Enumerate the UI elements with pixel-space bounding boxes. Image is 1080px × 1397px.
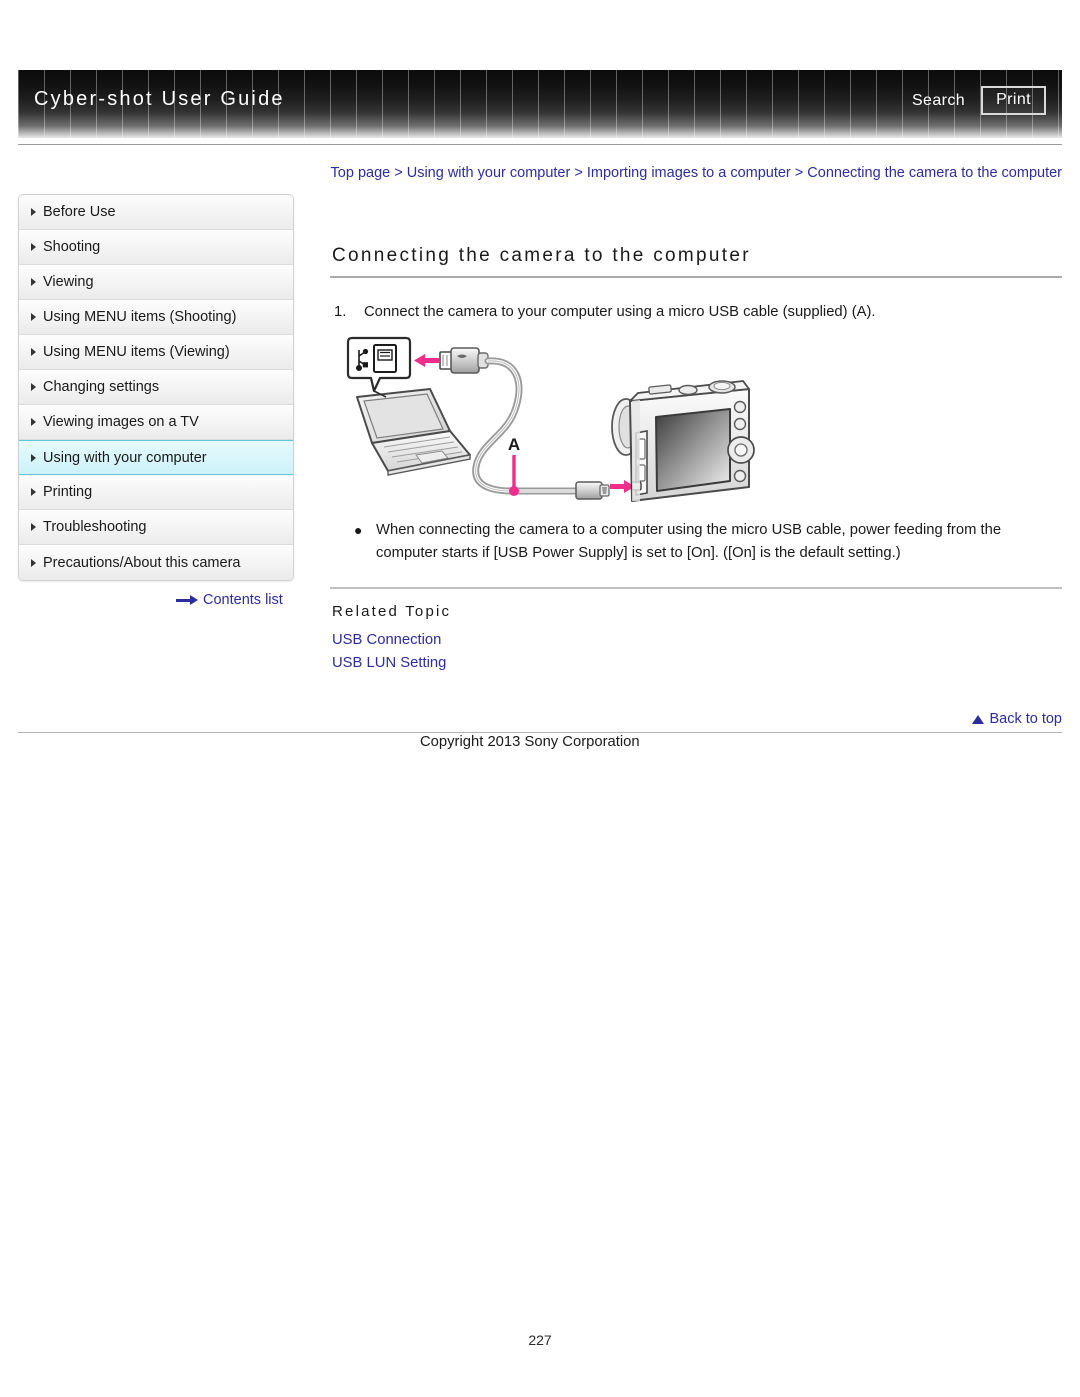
contents-list-link[interactable]: Contents list [176, 592, 283, 608]
sidebar-item-troubleshooting[interactable]: Troubleshooting [19, 510, 293, 545]
breadcrumb-item-current: Connecting the camera to the computer [807, 165, 1062, 181]
related-topic-divider [330, 587, 1062, 589]
related-link-usb-connection[interactable]: USB Connection [332, 629, 1062, 652]
sidebar-item-label: Using MENU items (Shooting) [43, 309, 237, 325]
sidebar-item-label: Viewing [43, 274, 94, 290]
step-text: Connect the camera to your computer usin… [364, 304, 876, 320]
step-number: 1. [334, 304, 347, 320]
chevron-right-icon [31, 418, 36, 426]
chevron-right-icon [31, 558, 36, 567]
usb-port-callout [346, 336, 412, 393]
breadcrumb: Top page > Using with your computer > Im… [330, 162, 1062, 184]
sidebar-item-viewing-images-on-a-tv[interactable]: Viewing images on a TV [19, 405, 293, 440]
site-title: Cyber-shot User Guide [34, 88, 285, 110]
chevron-right-icon [31, 313, 36, 321]
callout-a-label: A [508, 435, 520, 454]
note-text: When connecting the camera to a computer… [376, 522, 1002, 561]
arrow-right-icon [176, 595, 198, 605]
chevron-right-icon [31, 208, 36, 216]
callout-a-leader [509, 455, 519, 496]
sidebar-item-label: Changing settings [43, 379, 160, 395]
contents-list-label: Contents list [203, 592, 283, 608]
sidebar-item-changing-settings[interactable]: Changing settings [19, 370, 293, 405]
micro-usb-plug [575, 481, 610, 500]
sidebar-nav: Before Use Shooting Viewing Using MENU i… [18, 194, 294, 581]
usb-insert-arrow-left [414, 354, 439, 367]
sidebar-item-label: Precautions/About this camera [43, 554, 241, 571]
sidebar-item-before-use[interactable]: Before Use [19, 195, 293, 230]
title-divider [330, 276, 1062, 278]
breadcrumb-item-0[interactable]: Top page [331, 165, 391, 181]
chevron-right-icon [31, 453, 36, 462]
triangle-up-icon [972, 714, 985, 724]
chevron-right-icon [31, 278, 36, 286]
sidebar-item-shooting[interactable]: Shooting [19, 230, 293, 265]
related-link-usb-lun-setting[interactable]: USB LUN Setting [332, 652, 1062, 675]
sidebar-item-using-menu-items-viewing[interactable]: Using MENU items (Viewing) [19, 335, 293, 370]
breadcrumb-item-2[interactable]: Importing images to a computer [587, 165, 791, 181]
breadcrumb-separator: > [390, 165, 407, 181]
page-number: 227 [528, 1332, 552, 1348]
chevron-right-icon [31, 348, 36, 356]
sidebar-item-label: Shooting [43, 239, 101, 255]
chevron-right-icon [31, 488, 36, 496]
note-bullet: ● When connecting the camera to a comput… [354, 519, 1062, 565]
breadcrumb-item-1[interactable]: Using with your computer [407, 165, 571, 181]
header-actions: Search Print [908, 86, 1046, 115]
chevron-right-icon [31, 243, 36, 251]
sidebar-item-precautions-about-this-camera[interactable]: Precautions/About this camera [19, 545, 293, 580]
sidebar-item-viewing[interactable]: Viewing [19, 265, 293, 300]
sidebar-item-label: Troubleshooting [43, 519, 147, 535]
sidebar-item-label: Viewing images on a TV [43, 414, 199, 430]
related-topic-heading: Related Topic [332, 603, 452, 620]
chevron-right-icon [31, 383, 36, 391]
copyright-text: Copyright 2013 Sony Corporation [420, 734, 640, 750]
usb-a-plug [439, 347, 489, 374]
sidebar-item-label: Printing [43, 484, 93, 500]
sidebar-item-using-menu-items-shooting[interactable]: Using MENU items (Shooting) [19, 300, 293, 335]
step-1: 1. Connect the camera to your computer u… [334, 302, 1062, 323]
connection-illustration: A [344, 335, 764, 507]
camera-illustration [611, 380, 755, 502]
sidebar-item-using-with-your-computer[interactable]: Using with your computer [19, 440, 293, 475]
chevron-right-icon [31, 523, 36, 531]
print-button[interactable]: Print [981, 86, 1046, 115]
page-title: Connecting the camera to the computer [332, 245, 751, 266]
search-button[interactable]: Search [908, 90, 969, 112]
sidebar-item-printing[interactable]: Printing [19, 475, 293, 510]
footer-divider [18, 732, 1062, 733]
breadcrumb-separator: > [570, 165, 587, 181]
sidebar-item-label: Using with your computer [43, 449, 207, 466]
laptop-illustration [356, 388, 471, 476]
breadcrumb-separator: > [790, 165, 808, 181]
sidebar-item-label: Using MENU items (Viewing) [43, 344, 230, 360]
header-divider [18, 144, 1062, 145]
main-content: Connecting the camera to the computer 1.… [330, 245, 1062, 675]
back-to-top-link[interactable]: Back to top [972, 711, 1062, 727]
site-header: Cyber-shot User Guide Search Print [18, 70, 1062, 138]
connection-diagram-svg: A [346, 336, 755, 502]
bullet-icon: ● [354, 522, 363, 538]
sidebar-item-label: Before Use [43, 204, 116, 220]
back-to-top-label: Back to top [989, 711, 1062, 727]
